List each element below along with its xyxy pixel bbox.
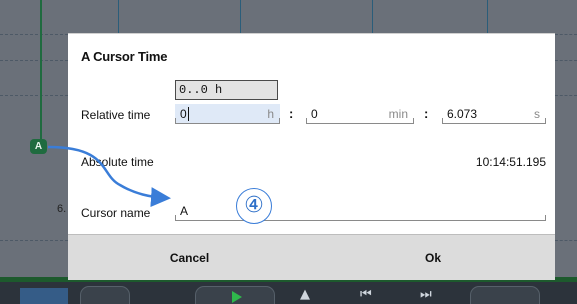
dialog-footer: Cancel Ok (68, 234, 555, 280)
grid-line (372, 0, 373, 33)
toolbar-settings-button[interactable] (80, 286, 130, 304)
cancel-button[interactable]: Cancel (68, 235, 311, 281)
grid-dash (555, 60, 577, 61)
hours-unit: h (267, 107, 274, 121)
hours-value: 0 (180, 107, 189, 121)
grid-dash (0, 95, 68, 96)
toolbar-view-button[interactable] (20, 288, 68, 304)
absolute-time-value: 10:14:51.195 (475, 155, 546, 169)
background-value: 6. (57, 203, 67, 215)
minutes-field[interactable]: 0 min (306, 104, 414, 124)
hours-field[interactable]: 0 h (175, 104, 280, 124)
cursor-time-dialog: A Cursor Time 0..0 h Relative time 0 h :… (68, 33, 555, 280)
time-separator: : (289, 106, 294, 121)
seconds-field[interactable]: 6.073 s (442, 104, 546, 124)
previous-icon[interactable]: ⏮ (360, 287, 372, 302)
grid-dash (0, 34, 68, 35)
cursor-name-label: Cursor name (81, 206, 151, 220)
grid-line (240, 0, 241, 33)
grid-dash (0, 60, 68, 61)
seconds-value: 6.073 (447, 107, 478, 121)
minutes-value: 0 (311, 107, 318, 121)
grid-dash (555, 240, 577, 241)
cursor-a-badge[interactable]: A (30, 139, 47, 154)
toolbar-folder-button[interactable] (470, 286, 540, 304)
next-icon[interactable]: ⏭ (420, 287, 432, 302)
minutes-unit: min (388, 107, 408, 121)
dialog-title: A Cursor Time (81, 49, 168, 64)
play-icon (232, 291, 242, 303)
time-separator: : (424, 106, 429, 121)
grid-line (118, 0, 119, 33)
cursor-name-value: A (180, 204, 189, 218)
grid-dash (0, 240, 68, 241)
absolute-time-label: Absolute time (81, 155, 154, 169)
ok-button[interactable]: Ok (311, 235, 555, 281)
marker-icon[interactable]: ▲ (300, 287, 310, 302)
range-tooltip: 0..0 h (175, 80, 278, 100)
cursor-name-field[interactable]: A (175, 201, 546, 221)
cursor-line (40, 0, 42, 140)
relative-time-label: Relative time (81, 108, 151, 122)
step-number-marker: ④ (236, 188, 272, 224)
seconds-unit: s (534, 107, 540, 121)
grid-line (487, 0, 488, 33)
grid-dash (555, 34, 577, 35)
grid-dash (555, 95, 577, 96)
